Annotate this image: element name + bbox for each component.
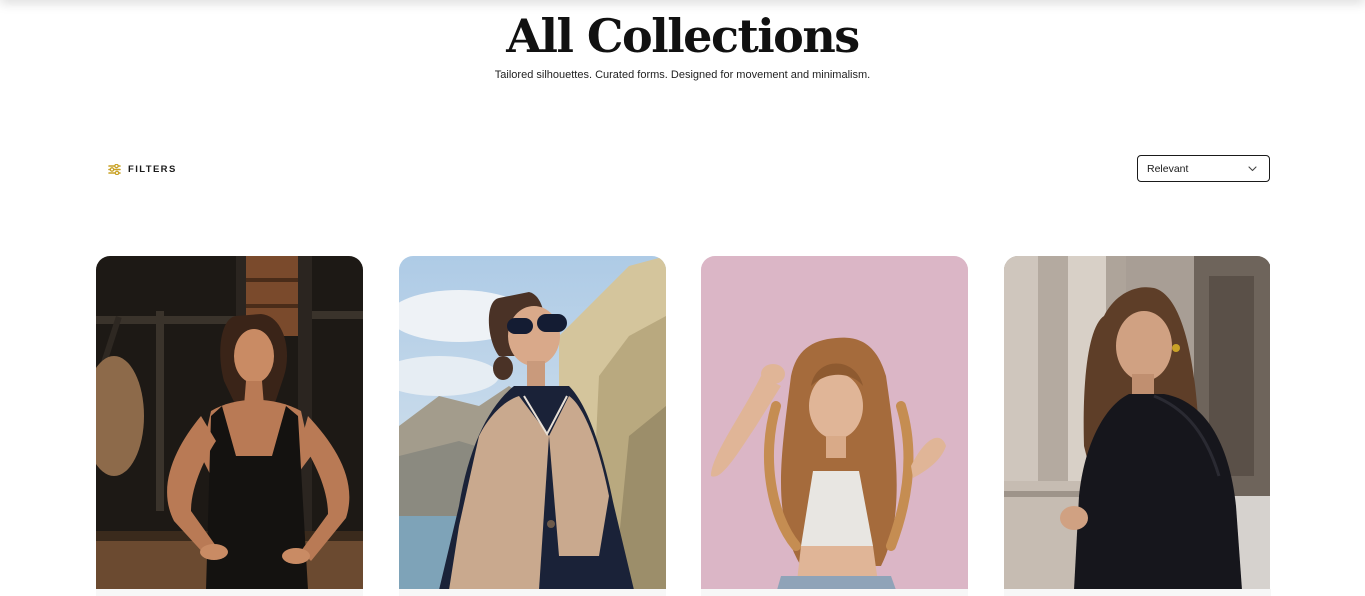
collections-page: All Collections Tailored silhouettes. Cu…	[0, 0, 1365, 596]
collection-toolbar: FILTERS Relevant	[96, 155, 1270, 184]
product-card-footer	[96, 589, 363, 596]
chevron-down-icon	[1248, 165, 1257, 172]
product-card[interactable]	[701, 256, 968, 590]
product-card-footer	[701, 589, 968, 596]
sort-select[interactable]: Relevant	[1137, 155, 1270, 182]
product-card[interactable]	[96, 256, 363, 590]
model-black-coat-columns-photo	[1004, 256, 1270, 590]
product-card[interactable]	[399, 256, 666, 590]
model-cape-sunglasses-photo	[399, 256, 666, 590]
sliders-icon	[108, 163, 121, 175]
page-title: All Collections	[506, 9, 860, 63]
page-subtitle: Tailored silhouettes. Curated forms. Des…	[494, 69, 871, 81]
product-card-footer	[399, 589, 666, 596]
filters-button[interactable]: FILTERS	[108, 161, 177, 177]
model-curly-hair-pink-photo	[701, 256, 968, 590]
product-card[interactable]	[1004, 256, 1271, 590]
product-card-footer	[1004, 589, 1271, 596]
product-grid	[96, 256, 1271, 596]
model-dark-dress-photo	[96, 256, 363, 590]
sort-selected-value: Relevant	[1147, 162, 1189, 175]
filters-label: FILTERS	[128, 163, 177, 175]
